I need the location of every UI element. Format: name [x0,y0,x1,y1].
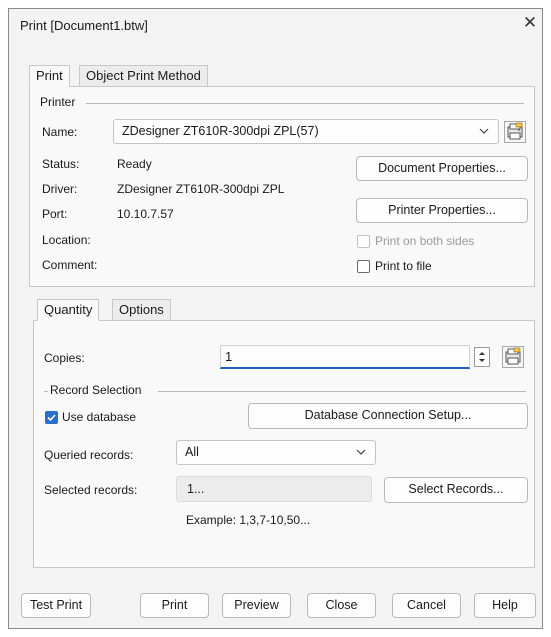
name-label: Name: [42,125,78,139]
close-button[interactable]: Close [307,593,376,618]
printer-name-dropdown[interactable]: ZDesigner ZT610R-300dpi ZPL(57) [113,119,499,144]
driver-label: Driver: [42,182,78,196]
printer-group-label: Printer [40,95,76,109]
select-records-button[interactable]: Select Records... [384,477,528,503]
record-selection-line [158,391,526,392]
driver-value: ZDesigner ZT610R-300dpi ZPL [117,182,285,196]
tab-print[interactable]: Print [29,65,70,87]
chevron-down-icon [355,441,367,471]
queried-records-value: All [185,445,199,459]
cancel-button[interactable]: Cancel [392,593,461,618]
copies-settings-icon[interactable] [502,346,524,368]
dialog-title: Print [Document1.btw] [20,18,148,33]
printer-properties-button[interactable]: Printer Properties... [356,198,528,223]
print-to-file-label: Print to file [375,259,432,273]
copies-spinner[interactable] [474,347,490,367]
printer-name-value: ZDesigner ZT610R-300dpi ZPL(57) [122,124,319,138]
help-button[interactable]: Help [474,593,536,618]
quantity-tab-panel: Copies: 1 Record Selection Use database … [33,320,535,568]
record-selection-line-left [44,391,48,392]
tab-object-print-method[interactable]: Object Print Method [79,65,208,87]
copies-input[interactable]: 1 [220,345,470,369]
record-selection-label: Record Selection [50,383,142,397]
location-label: Location: [42,233,91,247]
document-properties-button[interactable]: Document Properties... [356,156,528,181]
port-value: 10.10.7.57 [117,207,174,221]
selected-records-label: Selected records: [44,483,138,497]
print-both-sides-label: Print on both sides [375,234,475,248]
chevron-down-icon [478,120,490,150]
use-database-label: Use database [62,410,137,424]
close-icon[interactable]: ✕ [519,12,541,34]
copies-label: Copies: [44,351,85,365]
queried-records-dropdown[interactable]: All [176,440,376,465]
tab-options[interactable]: Options [112,299,171,321]
test-print-button[interactable]: Test Print [21,593,91,618]
print-button[interactable]: Print [140,593,209,618]
printer-settings-icon[interactable] [504,121,526,143]
preview-button[interactable]: Preview [222,593,291,618]
print-both-sides-checkbox[interactable] [357,235,370,248]
database-connection-setup-button[interactable]: Database Connection Setup... [248,403,528,429]
print-tab-panel: Printer Name: ZDesigner ZT610R-300dpi ZP… [29,86,535,287]
status-value: Ready [117,157,152,171]
queried-records-label: Queried records: [44,448,134,462]
use-database-checkbox[interactable] [45,411,58,424]
print-dialog: Print [Document1.btw] ✕ Print Object Pri… [8,8,543,629]
printer-group-line [86,103,524,104]
example-text: Example: 1,3,7-10,50... [186,513,311,527]
comment-label: Comment: [42,258,98,272]
tab-quantity[interactable]: Quantity [37,299,100,321]
port-label: Port: [42,207,68,221]
print-to-file-checkbox[interactable] [357,260,370,273]
status-label: Status: [42,157,80,171]
selected-records-field[interactable]: 1... [176,476,372,502]
